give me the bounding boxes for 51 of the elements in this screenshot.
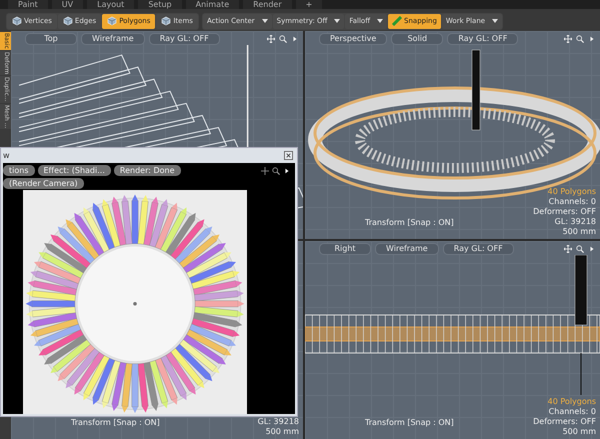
transform-status: Transform [Snap : ON] xyxy=(365,418,454,429)
caret-icon xyxy=(334,19,340,23)
menu-tab[interactable]: UV xyxy=(52,0,84,9)
close-icon[interactable] xyxy=(284,151,293,160)
menu-tab[interactable]: Paint xyxy=(8,0,48,9)
viewport-info: 40 Polygons xyxy=(548,187,596,197)
search-icon[interactable] xyxy=(272,166,280,174)
view-selector[interactable]: Right xyxy=(319,243,371,255)
shading-selector[interactable]: Solid xyxy=(391,33,444,45)
cube-icon xyxy=(161,16,172,26)
viewport-info: Channels: 0 xyxy=(548,407,596,417)
view-selector[interactable]: Perspective xyxy=(319,33,388,45)
shading-selector[interactable]: Wireframe xyxy=(81,33,145,45)
play-icon[interactable] xyxy=(283,166,291,174)
ray-gl-toggle[interactable]: Ray GL: OFF xyxy=(148,33,220,45)
camera-selector[interactable]: (Render Camera) xyxy=(3,178,84,189)
ray-gl-toggle[interactable]: Ray GL: OFF xyxy=(447,33,518,45)
viewport-info: GL: 39218 xyxy=(258,417,299,427)
search-icon[interactable] xyxy=(576,245,584,253)
viewport-info: Deformers: OFF xyxy=(533,417,596,427)
menu-tab[interactable]: Render xyxy=(243,0,292,9)
caret-icon xyxy=(492,19,498,23)
viewport-info: 500 mm xyxy=(562,227,596,237)
ray-gl-toggle[interactable]: Ray GL: OFF xyxy=(442,243,514,255)
cube-icon xyxy=(62,16,73,26)
menu-tab[interactable]: Setup xyxy=(138,0,182,9)
preview-option-button[interactable]: Effect: (Shadi... xyxy=(38,165,111,176)
snap-icon xyxy=(392,16,402,26)
caret-icon xyxy=(262,19,268,23)
transform-status: Transform [Snap : ON] xyxy=(365,218,454,229)
viewport-info: 40 Polygons xyxy=(548,397,596,407)
menu-tab[interactable]: Animate xyxy=(186,0,240,9)
transform-status: Transform [Snap : ON] xyxy=(71,418,160,429)
viewport-info: 500 mm xyxy=(266,427,299,437)
caret-icon xyxy=(377,19,384,23)
viewport-info: Deformers: OFF xyxy=(533,207,596,217)
preview-option-button[interactable]: tions xyxy=(3,165,34,176)
search-icon[interactable] xyxy=(576,35,584,43)
cube-icon xyxy=(107,16,118,26)
view-selector[interactable]: Top xyxy=(25,33,77,45)
window-title: w xyxy=(3,151,10,160)
preview-option-button[interactable]: Render: Done xyxy=(114,165,180,176)
menu-tab[interactable]: Layout xyxy=(87,0,134,9)
search-icon[interactable] xyxy=(279,35,287,43)
viewport-info: 500 mm xyxy=(562,427,596,437)
viewport-info: GL: 39218 xyxy=(554,217,596,227)
move-icon[interactable] xyxy=(261,166,269,174)
viewport-info: Channels: 0 xyxy=(548,197,596,207)
cube-icon xyxy=(12,16,22,26)
shading-selector[interactable]: Wireframe xyxy=(375,243,439,255)
menu-tab[interactable]: + xyxy=(296,0,322,9)
